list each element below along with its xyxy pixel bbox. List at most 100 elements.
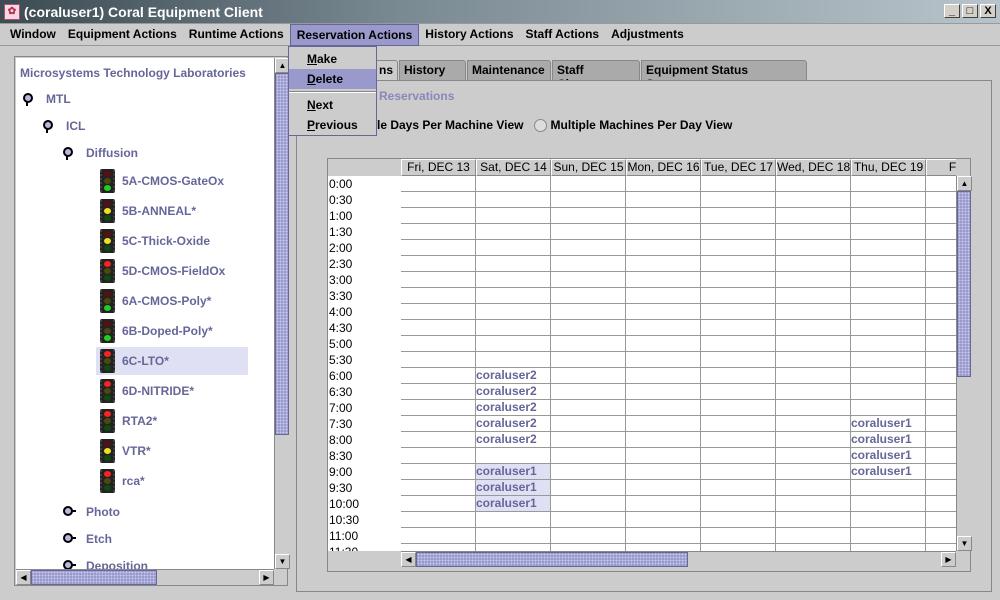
reservation-cell[interactable] — [701, 528, 776, 544]
reservation-cell[interactable] — [701, 544, 776, 551]
expand-handle-icon[interactable] — [62, 533, 76, 545]
reservation-cell[interactable] — [401, 464, 476, 480]
reservation-cell[interactable] — [701, 448, 776, 464]
reservation-cell[interactable] — [776, 384, 851, 400]
grid-scroll-left-arrow-icon[interactable]: ◀ — [401, 552, 416, 567]
reservation-cell[interactable] — [776, 464, 851, 480]
reservation-cell[interactable] — [551, 208, 626, 224]
reservation-cell[interactable] — [476, 320, 551, 336]
reservation-cell[interactable] — [701, 416, 776, 432]
reservation-cell[interactable] — [926, 448, 956, 464]
tree-item-folder[interactable]: Diffusion — [62, 142, 138, 164]
reservation-cell[interactable] — [776, 528, 851, 544]
reservation-cell[interactable] — [926, 208, 956, 224]
reservation-cell[interactable] — [701, 304, 776, 320]
scroll-right-arrow-icon[interactable]: ▶ — [259, 570, 274, 585]
tree-vscroll-thumb[interactable] — [275, 73, 289, 435]
reservation-cell[interactable] — [851, 368, 926, 384]
reservation-cell[interactable] — [401, 528, 476, 544]
tree-item-equipment[interactable]: VTR* — [100, 437, 151, 465]
reservation-cell[interactable] — [626, 352, 701, 368]
reservation-cell[interactable] — [476, 272, 551, 288]
reservation-cell[interactable] — [551, 240, 626, 256]
day-column-header[interactable]: Sat, DEC 14 — [476, 159, 551, 176]
reservation-cell[interactable] — [776, 496, 851, 512]
reservation-cell[interactable] — [851, 352, 926, 368]
reservation-cell[interactable] — [776, 416, 851, 432]
reservation-cell[interactable] — [626, 256, 701, 272]
reservation-cell[interactable] — [401, 448, 476, 464]
reservation-cell[interactable] — [626, 192, 701, 208]
reservation-cell[interactable] — [851, 512, 926, 528]
radio-machines-per-day-label[interactable]: Multiple Machines Per Day View — [551, 118, 733, 132]
reservation-cell[interactable] — [476, 288, 551, 304]
day-column-header[interactable]: Thu, DEC 19 — [851, 159, 926, 176]
reservation-cell[interactable] — [551, 352, 626, 368]
reservation-cell[interactable] — [926, 192, 956, 208]
day-column-header[interactable]: Wed, DEC 18 — [776, 159, 851, 176]
reservation-cell[interactable] — [626, 512, 701, 528]
tree-item-equipment[interactable]: 5C-Thick-Oxide — [100, 227, 210, 255]
reservation-cell[interactable] — [551, 320, 626, 336]
radio-machines-per-day[interactable] — [533, 118, 547, 132]
tree-horizontal-scrollbar[interactable]: ◀ ▶ — [16, 569, 274, 585]
grid-hscroll-thumb[interactable] — [416, 552, 688, 567]
reservation-cell[interactable] — [701, 432, 776, 448]
reservation-cell[interactable] — [626, 400, 701, 416]
reservation-cell[interactable] — [401, 304, 476, 320]
reservation-cell[interactable] — [401, 432, 476, 448]
reservation-booking[interactable]: coraluser1 — [476, 496, 551, 512]
day-column-header[interactable]: Mon, DEC 16 — [626, 159, 701, 176]
tree-vertical-scrollbar[interactable]: ▲ ▼ — [274, 58, 290, 569]
reservation-cell[interactable] — [401, 176, 476, 192]
reservation-cell[interactable] — [851, 480, 926, 496]
reservation-cell[interactable] — [776, 272, 851, 288]
reservation-cell[interactable] — [701, 240, 776, 256]
expand-handle-icon[interactable] — [62, 560, 76, 569]
reservation-cell[interactable] — [551, 416, 626, 432]
reservation-cell[interactable] — [701, 384, 776, 400]
radio-days-per-machine-label[interactable]: le Days Per Machine View — [377, 118, 524, 132]
reservation-cell[interactable] — [851, 288, 926, 304]
reservation-cell[interactable] — [476, 528, 551, 544]
tree-hscroll-thumb[interactable] — [31, 570, 157, 585]
tree-item-folder[interactable]: MTL — [22, 88, 71, 110]
reservation-cell[interactable] — [926, 272, 956, 288]
reservation-cell[interactable] — [926, 304, 956, 320]
reservation-cell[interactable] — [401, 368, 476, 384]
reservation-cell[interactable] — [626, 240, 701, 256]
reservation-cell[interactable] — [701, 400, 776, 416]
reservation-cell[interactable] — [476, 304, 551, 320]
tab-staff-charges[interactable]: Staff Charges — [552, 60, 640, 91]
reservation-cell[interactable] — [851, 496, 926, 512]
reservation-cell[interactable] — [551, 272, 626, 288]
tree-item-equipment[interactable]: 5D-CMOS-FieldOx — [100, 257, 225, 285]
tree-item-folder[interactable]: Photo — [62, 501, 120, 523]
reservation-cell[interactable] — [926, 336, 956, 352]
reservation-cell[interactable] — [551, 448, 626, 464]
reservation-cell[interactable] — [776, 480, 851, 496]
reservation-cell[interactable] — [626, 304, 701, 320]
reservation-cell[interactable] — [851, 400, 926, 416]
reservation-cell[interactable] — [401, 384, 476, 400]
reservation-cell[interactable] — [626, 416, 701, 432]
reservation-cell[interactable] — [701, 176, 776, 192]
reservation-booking[interactable]: coraluser2 — [476, 368, 551, 384]
reservation-booking[interactable]: coraluser1 — [851, 464, 926, 480]
reservation-cell[interactable] — [626, 368, 701, 384]
reservation-cell[interactable] — [551, 432, 626, 448]
menu-window[interactable]: Window — [4, 24, 62, 46]
reservation-cell[interactable] — [926, 384, 956, 400]
reservation-cell[interactable] — [776, 336, 851, 352]
reservation-cell[interactable] — [401, 480, 476, 496]
reservation-cell[interactable] — [551, 400, 626, 416]
reservation-booking[interactable]: coraluser2 — [476, 400, 551, 416]
reservation-cell[interactable] — [626, 288, 701, 304]
reservation-cell[interactable] — [401, 496, 476, 512]
reservation-cell[interactable] — [851, 256, 926, 272]
day-column-header[interactable]: Sun, DEC 15 — [551, 159, 626, 176]
reservation-cell[interactable] — [551, 176, 626, 192]
menu-item-next[interactable]: Next — [289, 95, 376, 115]
reservation-cell[interactable] — [626, 208, 701, 224]
reservation-booking[interactable]: coraluser2 — [476, 432, 551, 448]
